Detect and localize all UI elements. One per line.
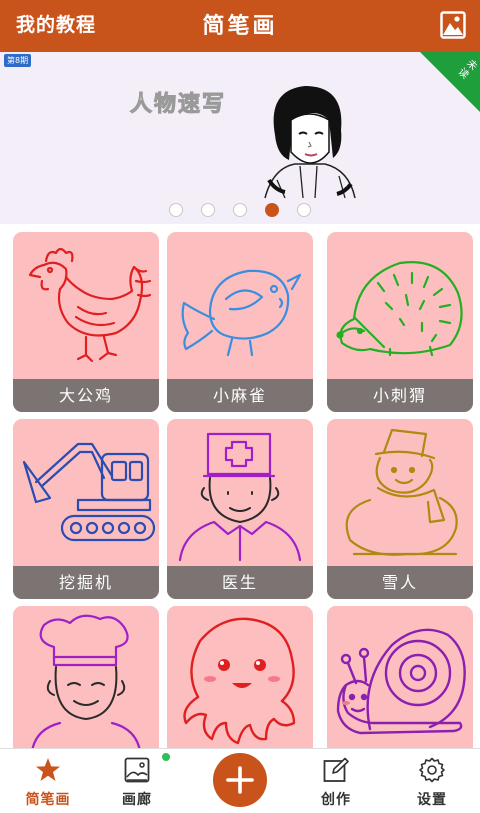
card-snowman[interactable]: 雪人: [327, 419, 473, 599]
card-label: 雪人: [327, 566, 473, 599]
excavator-drawing: [22, 442, 156, 542]
card-label: 大公鸡: [13, 379, 159, 412]
portrait-sketch-drawing: [264, 86, 356, 199]
nav-item-settings[interactable]: 设置: [392, 749, 472, 813]
add-drawing-button[interactable]: [213, 753, 267, 807]
nav-label: 画廊: [122, 792, 152, 808]
rooster-drawing: [28, 247, 152, 363]
card-doctor[interactable]: 医生: [167, 419, 313, 599]
pager-dot[interactable]: [297, 203, 311, 217]
card-hedgehog[interactable]: 小刺猬: [327, 232, 473, 412]
banner-title: 人物速写: [129, 92, 227, 118]
card-rooster[interactable]: 大公鸡: [13, 232, 159, 412]
card-sparrow[interactable]: 小麻雀: [167, 232, 313, 412]
sparrow-drawing: [181, 269, 302, 357]
gallery-icon: [124, 757, 150, 783]
nav-item-drawings[interactable]: 简笔画: [8, 749, 88, 813]
edit-icon: [323, 757, 349, 782]
pager-dot[interactable]: [201, 203, 215, 217]
bottom-navigation: 简笔画 画廊 创作 设置: [0, 748, 480, 813]
image-gallery-icon[interactable]: [440, 11, 466, 39]
plus-icon: [226, 766, 254, 794]
pager-dot-active[interactable]: [265, 203, 279, 217]
app-header: 我的教程 简笔画: [0, 0, 480, 52]
star-icon: [36, 758, 60, 781]
nav-label: 创作: [321, 792, 351, 808]
snowman-drawing: [345, 428, 458, 556]
card-snail[interactable]: [327, 606, 473, 748]
nav-item-create[interactable]: 创作: [296, 749, 376, 813]
card-chef[interactable]: [13, 606, 159, 748]
doctor-drawing: [178, 432, 302, 562]
chef-drawing: [31, 614, 141, 748]
issue-badge: 第8期: [4, 54, 32, 67]
gear-icon: [419, 757, 445, 783]
card-label: 小麻雀: [167, 379, 313, 412]
octopus-drawing: [183, 617, 296, 745]
nav-label: 设置: [417, 792, 447, 808]
snail-drawing: [336, 628, 466, 735]
pager-dot[interactable]: [169, 203, 183, 217]
banner-pager: [0, 203, 480, 219]
hedgehog-drawing: [336, 261, 463, 357]
card-octopus[interactable]: [167, 606, 313, 748]
drawing-grid: 大公鸡 小麻雀 小刺猬 挖掘机 医生 雪人: [0, 224, 480, 748]
nav-label: 简笔画: [25, 792, 71, 808]
page-title: 简笔画: [202, 14, 278, 39]
pager-dot[interactable]: [233, 203, 247, 217]
card-excavator[interactable]: 挖掘机: [13, 419, 159, 599]
card-label: 医生: [167, 566, 313, 599]
card-label: 挖掘机: [13, 566, 159, 599]
card-label: 小刺猬: [327, 379, 473, 412]
featured-banner[interactable]: 第8期 未读 人物速写: [0, 52, 480, 224]
notification-dot: [162, 753, 170, 761]
